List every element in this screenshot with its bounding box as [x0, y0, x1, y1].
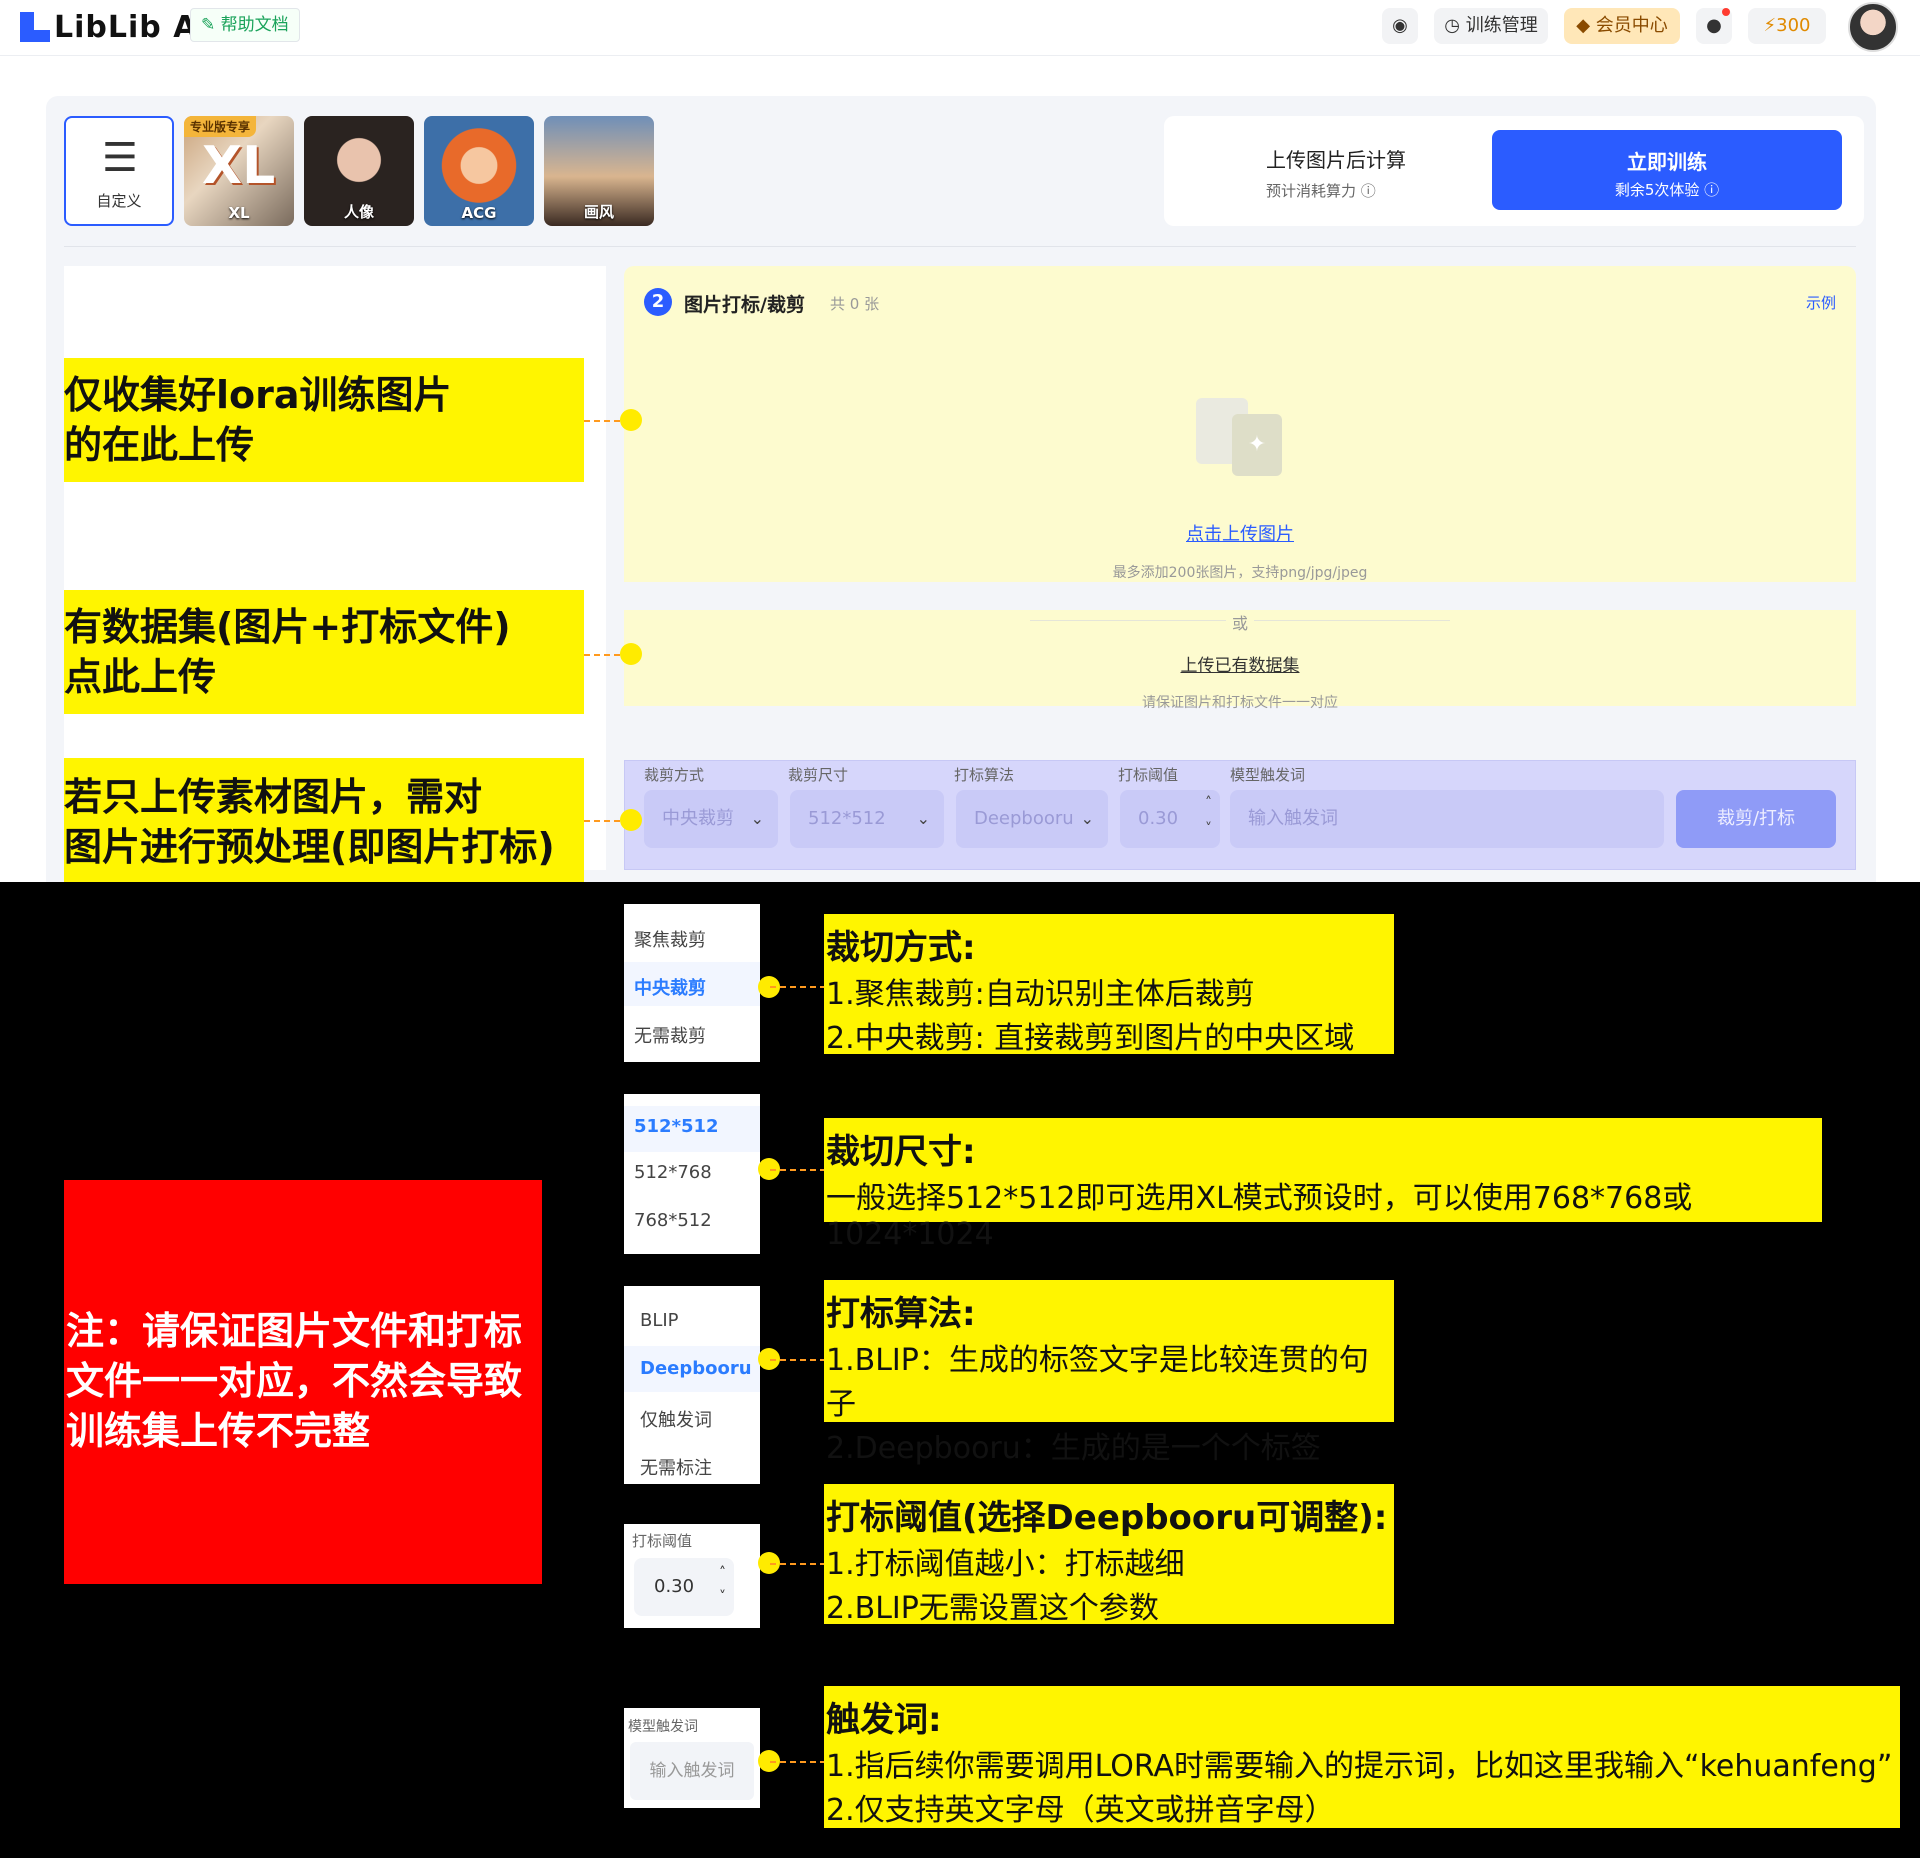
preset-label: 人像 [343, 203, 374, 221]
connector-dot [620, 809, 642, 831]
train-now-label: 立即训练 [1627, 150, 1707, 174]
crop-size-select[interactable]: 512*512 ⌄ [790, 790, 944, 848]
tag-algo-menu: BLIP Deepbooru 仅触发词 无需标注 [624, 1286, 760, 1484]
or-label: 或 [1226, 610, 1254, 634]
chevron-down-icon: ⌄ [750, 809, 764, 828]
diamond-icon: ◆ [1576, 15, 1596, 36]
divider [64, 246, 1856, 247]
callout-crop-size: 裁切尺寸: 一般选择512*512即可选用XL模式预设时，可以使用768*768… [824, 1118, 1822, 1252]
menu-item-focus-crop[interactable]: 聚焦裁剪 [634, 926, 706, 952]
chevron-down-icon[interactable]: ˅ [1205, 800, 1212, 858]
tag-algo-label: 打标算法 [954, 766, 1015, 784]
chevron-down-icon[interactable]: ˅ [719, 1568, 726, 1626]
tag-algo-select[interactable]: Deepbooru ⌄ [956, 790, 1108, 848]
preset-style[interactable]: 画风 [544, 116, 654, 226]
train-now-button[interactable]: 立即训练 剩余5次体验 ⓘ [1492, 130, 1842, 210]
crop-size-menu: 512*512 512*768 768*512 [624, 1094, 760, 1254]
menu-item-trigger-only[interactable]: 仅触发词 [640, 1406, 712, 1432]
annotation-preprocess: 若只上传素材图片，需对 图片进行预处理(即图片打标) [64, 758, 584, 882]
info-icon[interactable]: ⓘ [1704, 181, 1719, 199]
connector-line [770, 1169, 826, 1171]
lightning-icon: ⚡ [1763, 15, 1777, 36]
crop-mode-select[interactable]: 中央裁剪 ⌄ [644, 790, 778, 848]
trigger-input[interactable]: 输入触发词 [1230, 790, 1664, 848]
menu-item-768x512[interactable]: 768*512 [634, 1210, 712, 1231]
threshold-stepper[interactable]: 0.30 ˄ ˅ [634, 1558, 734, 1616]
connector-line [770, 1761, 826, 1763]
trigger-label: 模型触发词 [1230, 766, 1306, 784]
connector-line [770, 986, 826, 988]
trigger-input[interactable]: 输入触发词 [630, 1742, 754, 1800]
chat-icon: ● [1706, 15, 1722, 36]
annotation-upload-dataset: 有数据集(图片+打标文件) 点此上传 [64, 590, 584, 714]
menu-item-512x768[interactable]: 512*768 [634, 1162, 712, 1183]
preset-xl[interactable]: 专业版专享 XL XL [184, 116, 294, 226]
callout-tag-algo: 打标算法: 1.BLIP：生成的标签文字是比较连贯的句子 2.Deepbooru… [824, 1280, 1394, 1466]
train-now-sub: 剩余5次体验 ⓘ [1614, 181, 1720, 199]
threshold-label: 打标阈值 [632, 1532, 693, 1550]
cost-sub: 预计消耗算力 ⓘ [1266, 182, 1376, 200]
help-docs-button[interactable]: ✎ 帮助文档 [190, 8, 300, 42]
preset-portrait[interactable]: 人像 [304, 116, 414, 226]
step-title: 图片打标/裁剪 [684, 294, 805, 316]
callout-threshold: 打标阈值(选择Deepbooru可调整): 1.打标阈值越小：打标越细 2.BL… [824, 1484, 1394, 1626]
wand-icon: ✦ [1232, 414, 1282, 476]
points-button[interactable]: ⚡300 [1748, 8, 1826, 44]
preset-label: 画风 [583, 203, 614, 221]
menu-item-center-crop[interactable]: 中央裁剪 [634, 974, 706, 1000]
example-link[interactable]: 示例 [1806, 292, 1836, 313]
history-icon: ◷ [1444, 15, 1466, 36]
preset-label: 自定义 [96, 192, 142, 210]
threshold-widget: 打标阈值 0.30 ˄ ˅ [624, 1524, 760, 1628]
preset-label: XL [228, 204, 250, 222]
preset-acg[interactable]: ACG [424, 116, 534, 226]
upload-hint: 最多添加200张图片，支持png/jpg/jpeg [1112, 565, 1368, 581]
train-management-button[interactable]: ◷ 训练管理 [1434, 8, 1548, 44]
connector-dot [620, 409, 642, 431]
crop-mode-menu: 聚焦裁剪 中央裁剪 无需裁剪 [624, 904, 760, 1062]
chevron-down-icon: ⌄ [916, 809, 930, 828]
preset-custom[interactable]: ☰ 自定义 [64, 116, 174, 226]
connector-dot [620, 643, 642, 665]
menu-item-deepbooru[interactable]: Deepbooru [640, 1358, 752, 1379]
crop-tag-button[interactable]: 裁剪/打标 [1676, 790, 1836, 848]
crop-mode-label: 裁剪方式 [644, 766, 705, 784]
chip-icon: ◉ [1392, 15, 1408, 36]
image-count: 共 0 张 [830, 295, 880, 313]
preset-label: ACG [461, 204, 497, 222]
xl-art: XL [202, 136, 276, 196]
annotation-upload-images: 仅收集好lora训练图片 的在此上传 [64, 358, 584, 482]
logo-icon-foot [20, 30, 50, 42]
sliders-icon: ☰ [102, 135, 138, 181]
pro-badge: 专业版专享 [184, 116, 257, 137]
callout-crop-mode: 裁切方式: 1.聚焦裁剪:自动识别主体后裁剪 2.中央裁剪: 直接裁剪到图片的中… [824, 914, 1394, 1056]
callout-trigger-word: 触发词: 1.指后续你需要调用LORA时需要输入的提示词，比如这里我输入“keh… [824, 1686, 1900, 1828]
step-number: 2 [644, 288, 672, 316]
crop-size-label: 裁剪尺寸 [788, 766, 849, 784]
connector-line [770, 1563, 826, 1565]
menu-item-no-crop[interactable]: 无需裁剪 [634, 1022, 706, 1048]
menu-item-no-tag[interactable]: 无需标注 [640, 1454, 712, 1480]
trigger-label: 模型触发词 [628, 1719, 698, 1735]
top-bar: LibLib AI ✎ 帮助文档 ◉ ◷ 训练管理 ◆ 会员中心 ● ⚡300 [0, 0, 1920, 56]
member-center-button[interactable]: ◆ 会员中心 [1564, 8, 1680, 44]
menu-item-512x512[interactable]: 512*512 [634, 1116, 719, 1137]
avatar[interactable] [1848, 2, 1898, 52]
threshold-label: 打标阈值 [1118, 766, 1179, 784]
notification-dot [1722, 8, 1730, 16]
cost-title: 上传图片后计算 [1266, 148, 1406, 172]
menu-item-blip[interactable]: BLIP [640, 1310, 679, 1331]
wand-icon: ✎ [201, 15, 221, 35]
info-icon[interactable]: ⓘ [1361, 182, 1376, 200]
threshold-stepper[interactable]: 0.30 ˄ ˅ [1120, 790, 1220, 848]
upload-image-link[interactable]: 点击上传图片 [0, 520, 1920, 546]
chevron-down-icon: ⌄ [1080, 809, 1094, 828]
warning-note: 注：请保证图片文件和打标 文件一一对应，不然会导致 训练集上传不完整 [64, 1180, 542, 1584]
trigger-widget: 模型触发词 输入触发词 [624, 1708, 760, 1808]
training-page: LibLib AI ✎ 帮助文档 ◉ ◷ 训练管理 ◆ 会员中心 ● ⚡300 … [0, 0, 1920, 882]
logo-text[interactable]: LibLib AI [54, 10, 210, 45]
connector-line [770, 1359, 826, 1361]
chip-icon-button[interactable]: ◉ [1382, 8, 1418, 44]
